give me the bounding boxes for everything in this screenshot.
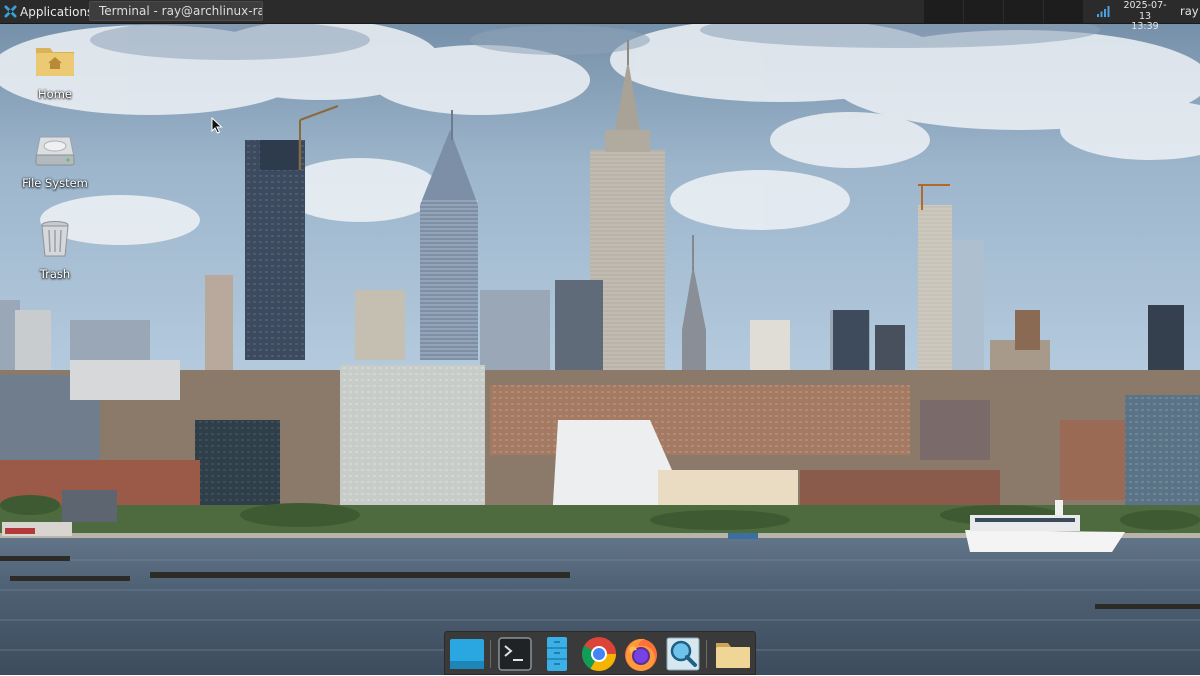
dock-app-finder-button[interactable] [665, 636, 701, 672]
workspace-2-button[interactable] [964, 0, 1003, 23]
clock-time: 13:39 [1131, 21, 1159, 32]
dock [444, 631, 756, 675]
dock-firefox-button[interactable] [623, 636, 659, 672]
dock-show-desktop-button[interactable] [449, 636, 485, 672]
clock[interactable]: 2025-07-13 13:39 [1119, 0, 1171, 31]
workspace-3-button[interactable] [1004, 0, 1043, 23]
mouse-cursor-icon [211, 117, 223, 134]
desktop-icon-file-system[interactable]: File System [9, 131, 101, 190]
dock-separator [706, 640, 707, 668]
dock-folder-button[interactable] [715, 636, 751, 672]
hard-drive-icon [35, 136, 75, 166]
folder-icon [716, 643, 750, 668]
terminal-icon [498, 637, 532, 671]
applications-label: Applications [20, 4, 94, 19]
top-panel: Applications ⋮ Terminal - ray@archlinux-… [0, 0, 1200, 32]
dock-chrome-button[interactable] [581, 636, 617, 672]
workspace-4-button[interactable] [1044, 0, 1083, 23]
network-signal-icon[interactable] [1096, 4, 1111, 18]
desktop-icon-trash[interactable]: Trash [9, 218, 101, 281]
desktop-wallpaper [0, 0, 1200, 675]
file-manager-icon [547, 637, 567, 671]
desktop-icon-label: Home [38, 87, 72, 101]
home-folder-icon [36, 48, 74, 76]
trash-icon [41, 221, 69, 257]
desktop-icon-label: Trash [39, 267, 71, 281]
firefox-icon [625, 638, 657, 671]
clock-date: 2025-07-13 [1123, 0, 1167, 22]
dock-file-manager-button[interactable] [539, 636, 575, 672]
dock-terminal-button[interactable] [497, 636, 533, 672]
desktop-icon-label: File System [22, 176, 88, 190]
show-desktop-icon [450, 639, 484, 669]
chrome-icon [582, 637, 617, 671]
desktop-icon-home[interactable]: Home [9, 40, 101, 101]
dock-separator [490, 640, 491, 668]
app-finder-icon [666, 637, 700, 671]
xfce-logo-icon [4, 5, 17, 18]
workspace-1-button[interactable] [924, 0, 963, 23]
user-menu-button[interactable]: ray [1180, 4, 1199, 18]
taskbar-terminal-button[interactable]: Terminal - ray@archlinux-ra... [89, 1, 263, 21]
taskbar-terminal-label: Terminal - ray@archlinux-ra... [99, 4, 263, 18]
